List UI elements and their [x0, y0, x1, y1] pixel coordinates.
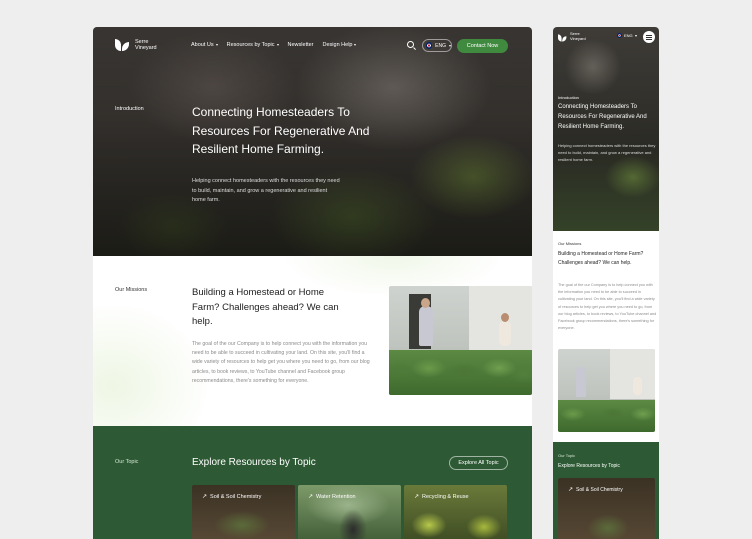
topic-card-label: Soil & Soil Chemistry	[576, 486, 623, 493]
chevron-down-icon	[215, 44, 218, 46]
leaf-logo-icon	[558, 34, 567, 42]
mobile-topics-title: Explore Resources by Topic	[558, 463, 620, 469]
chevron-down-icon	[634, 34, 637, 37]
mobile-brand-logo[interactable]: Serre Vineyard	[558, 31, 592, 42]
leaf-logo-icon	[115, 38, 129, 52]
uk-flag-icon	[617, 33, 622, 38]
arrow-up-right-icon: ↗	[308, 494, 314, 500]
hero-title: Connecting Homesteaders To Resources For…	[192, 105, 370, 156]
missions-title: Building a Homestead or Home Farm? Chall…	[192, 287, 339, 327]
arrow-up-right-icon: ↗	[202, 494, 208, 500]
missions-section-label: Our Missions	[115, 287, 148, 293]
missions-photo	[389, 286, 532, 395]
hero-section: Serre Vineyard About Us Resources by Top…	[93, 27, 532, 256]
main-menu: About Us Resources by Topic Newsletter D…	[191, 42, 357, 48]
topics-section-label: Our Topic	[115, 459, 139, 465]
mobile-topics-section-label: Our Topic	[558, 453, 576, 458]
brand-name: Serre Vineyard	[570, 31, 586, 41]
mobile-topic-card-soil[interactable]: ↗ Soil & Soil Chemistry	[558, 478, 655, 539]
topics-title: Explore Resources by Topic	[192, 457, 316, 468]
contact-now-button[interactable]: Contact Now	[457, 39, 508, 53]
topic-card-recycling[interactable]: ↗ Recycling & Reuse	[404, 485, 507, 539]
topics-section: Our Topic Explore Resources by Topic Exp…	[93, 426, 532, 539]
nav-item-design-help[interactable]: Design Help	[323, 42, 357, 48]
language-selector[interactable]: ENG	[422, 39, 452, 52]
missions-section: Our Missions Building a Homestead or Hom…	[93, 256, 532, 426]
language-code: ENG	[624, 33, 633, 38]
brand-logo[interactable]: Serre Vineyard	[115, 38, 171, 52]
mobile-topics-section: Our Topic Explore Resources by Topic ↗ So…	[553, 442, 659, 539]
mobile-missions-section-label: Our Missions	[558, 241, 582, 246]
arrow-up-right-icon: ↗	[414, 494, 420, 500]
topic-card-label: Recycling & Reuse	[422, 493, 469, 500]
topic-card-soil[interactable]: ↗ Soil & Soil Chemistry	[192, 485, 295, 539]
mobile-language-selector[interactable]: ENG	[617, 33, 637, 38]
nav-item-about-us[interactable]: About Us	[191, 42, 218, 48]
search-icon[interactable]	[407, 41, 414, 48]
hero-description: Helping connect homesteaders with the re…	[192, 178, 340, 203]
mobile-missions-photo	[558, 349, 655, 432]
nav-item-newsletter[interactable]: Newsletter	[288, 42, 314, 48]
top-navigation: Serre Vineyard About Us Resources by Top…	[93, 27, 532, 63]
mobile-missions-title: Building a Homestead or Home Farm? Chall…	[558, 251, 644, 266]
mobile-hero-section: Serre Vineyard ENG Introduction Connecti…	[553, 27, 659, 231]
language-code: ENG	[435, 42, 446, 49]
brand-name: Serre Vineyard	[135, 38, 157, 52]
missions-body: The goal of the our Company is to help c…	[192, 341, 370, 384]
chevron-down-icon	[449, 44, 451, 47]
chevron-down-icon	[354, 44, 357, 46]
explore-all-topic-button[interactable]: Explore All Topic	[449, 456, 508, 470]
topic-card-label: Soil & Soil Chemistry	[210, 493, 262, 500]
mobile-hero-title: Connecting Homesteaders To Resources For…	[558, 104, 647, 130]
hamburger-menu-icon[interactable]	[643, 31, 655, 43]
arrow-up-right-icon: ↗	[568, 487, 574, 493]
uk-flag-icon	[426, 42, 433, 49]
desktop-frame: Serre Vineyard About Us Resources by Top…	[93, 27, 532, 539]
topic-card-water-retention[interactable]: ↗ Water Retention	[298, 485, 401, 539]
chevron-down-icon	[276, 44, 279, 46]
mobile-frame: Serre Vineyard ENG Introduction Connecti…	[553, 27, 659, 539]
mobile-missions-body: The goal of the our Company is to help c…	[558, 283, 657, 331]
mobile-hero-description: Helping connect homesteaders with the re…	[558, 143, 656, 162]
mobile-hero-section-label: Introduction	[558, 95, 579, 100]
nav-item-resources-by-topic[interactable]: Resources by Topic	[227, 42, 279, 48]
hero-section-label: Introduction	[115, 106, 144, 112]
topic-card-label: Water Retention	[316, 493, 356, 500]
